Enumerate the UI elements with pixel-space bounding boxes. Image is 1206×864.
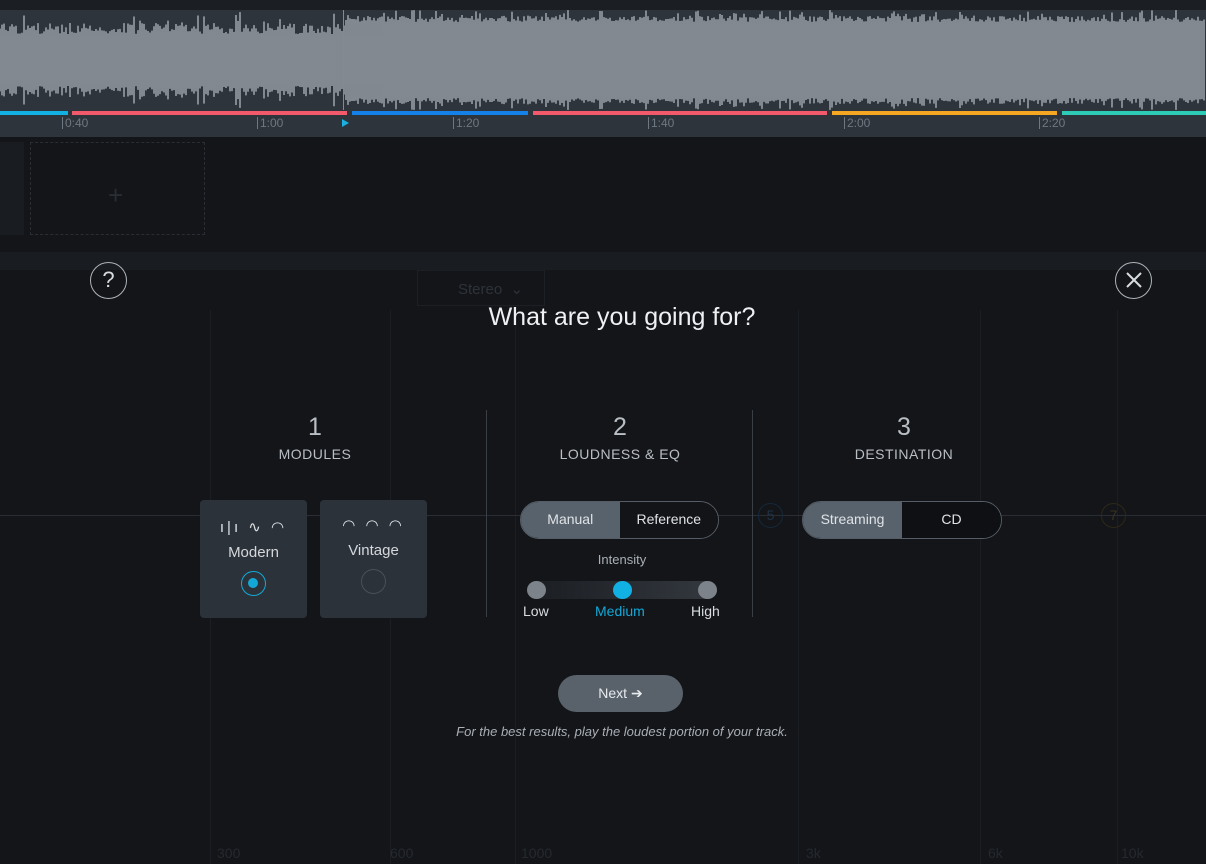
section-segment[interactable] [72,111,347,115]
freq-label: 600 [390,845,414,861]
vintage-dial-icon: ◠ [342,517,359,534]
next-label: Next [598,685,628,701]
next-button[interactable]: Next ➔ [558,675,683,712]
eq-curve-icon: ∿ [248,519,264,536]
intensity-high[interactable]: High [691,603,720,619]
hint-text: For the best results, play the loudest p… [456,724,788,739]
section-segment[interactable] [533,111,827,115]
section-segment[interactable] [352,111,528,115]
destination-toggle: Streaming CD [802,501,1002,539]
freq-label: 10k [1121,845,1144,861]
freq-label: 1000 [521,845,553,861]
modern-radio[interactable] [241,571,266,596]
help-button[interactable]: ? [90,262,127,299]
channel-mode-select: Stereo ⌄ [417,270,545,306]
intensity-label: Intensity [597,552,647,567]
time-tick: 1:40 [648,117,674,129]
top-strip [0,0,1206,10]
plus-icon: + [108,180,124,210]
section-segment[interactable] [1062,111,1206,115]
module-card-modern[interactable]: ı|ı ∿ ◠ Modern [200,500,307,618]
waveform[interactable] [0,10,1206,110]
waveform-icon: ı|ı [219,519,242,536]
module-label: Modern [228,544,279,561]
freq-label: 3k [806,845,821,861]
timeline-ruler[interactable]: 0:40 1:00 1:20 1:40 2:00 2:20 [0,110,1206,137]
time-tick: 1:00 [257,117,283,129]
intensity-slider[interactable] [527,581,717,599]
time-tick: 1:20 [453,117,479,129]
step-destination: 3 DESTINATION [854,413,954,462]
section-segment[interactable] [832,111,1057,115]
cd-option[interactable]: CD [902,502,1001,538]
intensity-medium[interactable]: Medium [595,603,645,619]
module-card-vintage[interactable]: ◠ ◠ ◠ Vintage [320,500,427,618]
gauge-icon: ◠ [271,519,288,536]
waveform-path [0,10,1205,110]
close-icon [1125,272,1142,288]
module-label: Vintage [348,542,399,559]
vintage-radio[interactable] [361,569,386,594]
manual-option[interactable]: Manual [521,502,620,538]
step-loudness-eq: 2 LOUDNESS & EQ [559,413,681,462]
reference-option[interactable]: Reference [619,502,718,538]
channel-mode-value: Stereo [458,281,503,298]
step-modules: 1 MODULES [278,413,352,462]
time-tick: 2:20 [1039,117,1065,129]
time-tick: 2:00 [844,117,870,129]
playhead[interactable] [343,10,344,110]
header-strip [0,252,1206,270]
slider-handle[interactable] [613,581,632,599]
play-marker-icon [342,119,349,127]
freq-label: 6k [988,845,1003,861]
arrow-right-icon: ➔ [630,685,643,701]
module-remove-column [0,142,24,235]
freq-label: 300 [217,845,241,861]
question-icon: ? [102,267,115,292]
dialog-title: What are you going for? [488,303,756,331]
loudness-mode-toggle: Manual Reference [520,501,719,539]
close-button[interactable] [1115,262,1152,299]
vintage-dial-icon: ◠ [388,517,405,534]
high-stop[interactable] [698,581,717,599]
streaming-option[interactable]: Streaming [803,502,902,538]
section-segment[interactable] [0,111,68,115]
time-tick: 0:40 [62,117,88,129]
eq-node: 7 [1101,503,1126,528]
intensity-low[interactable]: Low [523,603,549,619]
vintage-dial-icon: ◠ [365,517,382,534]
low-stop[interactable] [527,581,546,599]
eq-node: 5 [758,503,783,528]
